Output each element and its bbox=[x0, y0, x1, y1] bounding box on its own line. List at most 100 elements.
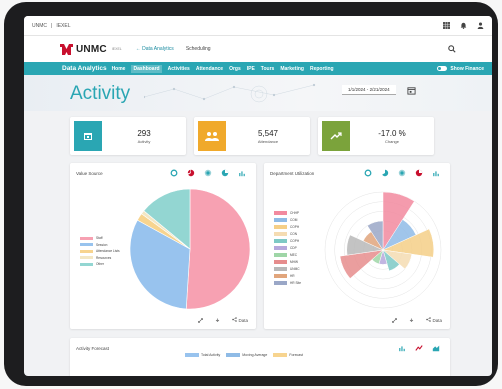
legend-item[interactable]: Forecast bbox=[273, 353, 303, 357]
scheduling-link[interactable]: Scheduling bbox=[186, 46, 211, 52]
legend-item[interactable]: COM bbox=[274, 216, 301, 223]
legend-swatch bbox=[274, 217, 287, 222]
pie-chart-icon[interactable] bbox=[187, 169, 195, 177]
legend-label: Session bbox=[96, 242, 108, 247]
donut-chart-icon[interactable] bbox=[364, 169, 372, 177]
search-icon[interactable] bbox=[448, 45, 456, 53]
legend-item[interactable]: CON bbox=[274, 230, 301, 237]
legend-item[interactable]: Total Activity bbox=[185, 353, 220, 357]
nav-item-ipe[interactable]: IPE bbox=[247, 66, 255, 72]
department-polar-chart bbox=[324, 191, 442, 309]
user-icon[interactable] bbox=[477, 22, 484, 29]
legend-item[interactable]: Other bbox=[80, 261, 120, 268]
date-separator: - bbox=[366, 87, 369, 92]
data-analytics-link[interactable]: ← Data Analytics bbox=[136, 46, 174, 52]
legend-swatch bbox=[80, 243, 93, 247]
kpi-value: 5,547 bbox=[257, 128, 279, 138]
nav-item-orgs[interactable]: Orgs bbox=[229, 66, 241, 72]
bell-icon[interactable] bbox=[460, 22, 467, 29]
polar-chart-icon[interactable] bbox=[415, 169, 423, 177]
area-chart-icon[interactable] bbox=[432, 344, 440, 352]
nav-item-tours[interactable]: Tours bbox=[261, 66, 275, 72]
data-link[interactable]: Data bbox=[232, 317, 248, 323]
date-range-picker[interactable]: 1/1/2024 - 2/21/2024 bbox=[342, 85, 416, 95]
value-source-panel: Value Source Staff Session Attendance Li… bbox=[70, 163, 256, 329]
trend-icon bbox=[330, 132, 342, 140]
legend-label: HR Site bbox=[290, 280, 301, 285]
unmc-logo[interactable]: UNMC IEXEL bbox=[60, 43, 122, 55]
data-link[interactable]: Data bbox=[426, 317, 442, 323]
legend-item[interactable]: UNMC bbox=[274, 265, 301, 272]
legend-label: CDP bbox=[290, 245, 297, 250]
nav-item-dashboard[interactable]: Dashboard bbox=[131, 64, 162, 73]
nav-item-activities[interactable]: Activities bbox=[168, 66, 190, 72]
legend-swatch bbox=[80, 249, 93, 253]
bar-chart-icon[interactable] bbox=[398, 344, 406, 352]
show-finance-toggle[interactable]: Show Finance bbox=[437, 66, 484, 72]
radial-chart-icon[interactable] bbox=[204, 169, 212, 177]
chart-type-switcher bbox=[364, 169, 440, 177]
calendar-icon bbox=[84, 133, 92, 140]
legend-label: CHHP bbox=[290, 210, 300, 215]
pie-slice-staff[interactable] bbox=[185, 188, 251, 310]
date-range-field[interactable]: 1/1/2024 - 2/21/2024 bbox=[342, 85, 396, 95]
legend-swatch bbox=[80, 262, 93, 266]
nav-item-home[interactable]: Home bbox=[112, 66, 126, 72]
legend-item[interactable]: HR bbox=[274, 272, 301, 279]
download-icon[interactable] bbox=[409, 318, 414, 323]
legend-item[interactable]: MEC bbox=[274, 251, 301, 258]
toggle-switch[interactable] bbox=[437, 66, 448, 71]
legend-item[interactable]: COPH bbox=[274, 223, 301, 230]
legend-swatch bbox=[274, 245, 287, 250]
share-icon bbox=[426, 317, 431, 322]
kpi-card-activity[interactable]: 293 Activity bbox=[70, 117, 186, 155]
nav-item-attendance[interactable]: Attendance bbox=[196, 66, 223, 72]
kpi-card-attendance[interactable]: 5,547 Attendance bbox=[194, 117, 310, 155]
line-chart-icon[interactable] bbox=[415, 344, 423, 352]
legend-label: COPH bbox=[290, 224, 300, 229]
kpi-row: 293 Activity 5,547 Attendance -17.0 % Ch… bbox=[70, 117, 434, 155]
legend-item[interactable]: CHHP bbox=[274, 209, 301, 216]
legend-item[interactable]: MHW bbox=[274, 258, 301, 265]
polar-chart-icon[interactable] bbox=[221, 169, 229, 177]
download-icon[interactable] bbox=[215, 318, 220, 323]
bar-chart-icon[interactable] bbox=[432, 169, 440, 177]
donut-chart-icon[interactable] bbox=[170, 169, 178, 177]
legend-label: MHW bbox=[290, 259, 298, 264]
expand-icon[interactable] bbox=[392, 317, 398, 323]
legend-swatch bbox=[274, 231, 287, 236]
legend-label: MEC bbox=[290, 252, 298, 257]
value-source-pie-chart bbox=[129, 188, 251, 310]
expand-icon[interactable] bbox=[198, 317, 204, 323]
grid-icon[interactable] bbox=[443, 22, 450, 29]
radial-chart-icon[interactable] bbox=[398, 169, 406, 177]
panel-title: Activity Forecast bbox=[76, 346, 110, 351]
crumb-unmc[interactable]: UNMC bbox=[32, 23, 47, 29]
panel-footer: Data bbox=[198, 317, 248, 323]
legend-label: Total Activity bbox=[201, 353, 221, 357]
legend-swatch bbox=[273, 353, 288, 357]
legend-item[interactable]: CDP bbox=[274, 244, 301, 251]
logo-text: UNMC bbox=[76, 43, 107, 55]
legend-label: Moving Average bbox=[242, 353, 268, 357]
polar-segment-7[interactable] bbox=[339, 249, 384, 279]
kpi-card-change[interactable]: -17.0 % Change bbox=[318, 117, 434, 155]
nav-item-marketing[interactable]: Marketing bbox=[280, 66, 304, 72]
activity-forecast-panel: Activity Forecast Total Activity Moving … bbox=[70, 338, 450, 376]
calendar-icon[interactable] bbox=[407, 86, 416, 95]
legend-label: HR bbox=[290, 273, 295, 278]
bar-chart-icon[interactable] bbox=[238, 169, 246, 177]
legend-item[interactable]: HR Site bbox=[274, 279, 301, 286]
legend-item[interactable]: Moving Average bbox=[226, 353, 267, 357]
legend-swatch bbox=[274, 259, 287, 264]
pie-chart-icon[interactable] bbox=[381, 169, 389, 177]
crumb-iexel[interactable]: IEXEL bbox=[56, 23, 70, 29]
page-hero: Activity 1/1/2024 - 2/21/2024 bbox=[24, 75, 492, 111]
network-decoration bbox=[144, 83, 316, 103]
nav-title: Data Analytics bbox=[62, 65, 107, 72]
forecast-legend: Total Activity Moving Average Forecast bbox=[185, 353, 303, 357]
legend-item[interactable]: COPH bbox=[274, 237, 301, 244]
value-source-legend: Staff Session Attendance Lists Resources… bbox=[80, 235, 120, 268]
legend-label: Resources bbox=[96, 255, 112, 260]
nav-item-reporting[interactable]: Reporting bbox=[310, 66, 334, 72]
